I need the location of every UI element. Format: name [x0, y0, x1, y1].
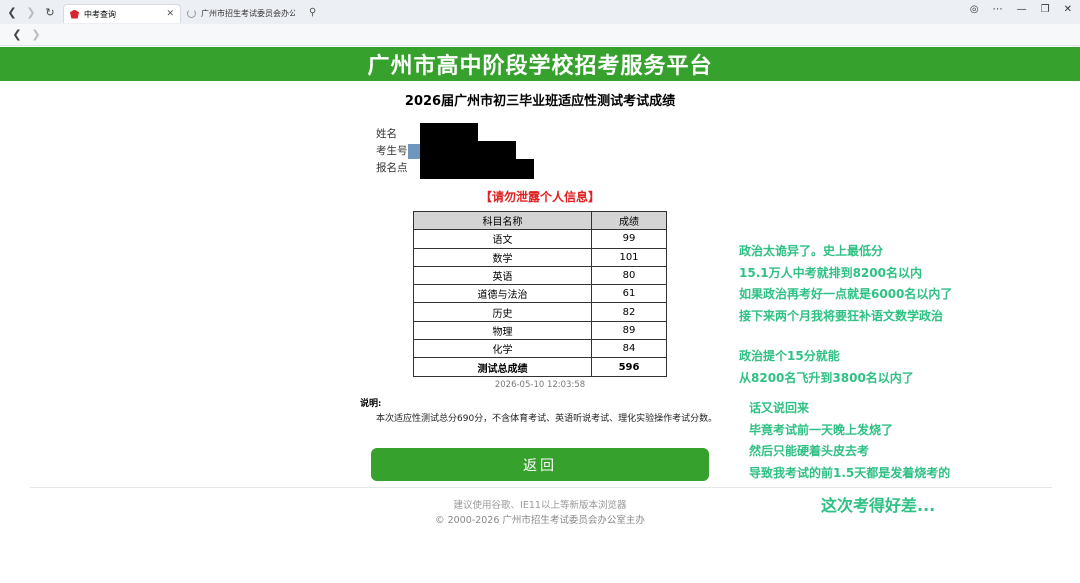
site-favicon-icon — [70, 9, 79, 19]
annotation-conclusion: 这次考得好差... — [821, 496, 936, 515]
footer-divider — [30, 487, 1052, 488]
subject-cell: 物理 — [413, 320, 592, 341]
annotation-line: 话又说回来 — [749, 401, 810, 415]
browser-tab-bar: ❮ ❯ ↻ 中考查询 ✕ 广州市招生考试委员会办公室网站 ⚲ ◎ ⋯ — ❐ ✕ — [0, 0, 1080, 24]
table-row: 英语 80 — [413, 265, 667, 286]
score-cell: 101 — [591, 247, 667, 267]
annotation-line: 如果政治再考好一点就是6000名以内了 — [739, 287, 953, 301]
back-icon[interactable]: ❮ — [10, 28, 24, 42]
loading-icon — [187, 9, 196, 18]
annotation-block: 政治太诡异了。史上最低分 15.1万人中考就排到8200名以内 如果政治再考好一… — [739, 241, 952, 327]
annotation-line: 毕竟考试前一天晚上发烧了 — [749, 422, 894, 437]
total-row: 测试总成绩 596 — [413, 357, 667, 377]
back-button[interactable]: 返回 — [371, 448, 709, 481]
note-text: 本次适应性测试总分690分，不含体育考试、英语听说考试、理化实验操作考试分数。 — [376, 414, 718, 424]
tab-zhongkao-query[interactable]: 中考查询 ✕ — [63, 4, 181, 23]
subject-cell: 英语 — [413, 265, 592, 286]
registration-site-label: 报名点 — [376, 162, 408, 174]
name-label: 姓名 — [376, 128, 397, 140]
redaction-block — [420, 141, 516, 161]
subject-cell: 语文 — [413, 229, 592, 249]
table-row: 物理 89 — [413, 320, 667, 341]
page-title: 2026届广州市初三毕业班适应性测试考试成绩 — [404, 94, 676, 109]
score-cell: 84 — [591, 339, 667, 359]
note-label: 说明: — [360, 399, 382, 409]
score-cell: 82 — [591, 302, 667, 322]
score-cell: 61 — [591, 284, 667, 304]
table-row: 语文 99 — [413, 229, 667, 249]
total-label: 测试总成绩 — [413, 357, 592, 377]
table-row: 道德与法治 61 — [413, 284, 667, 304]
total-score: 596 — [591, 357, 667, 377]
table-row: 化学 84 — [413, 339, 667, 359]
annotation-line: 15.1万人中考就排到8200名以内 — [739, 265, 923, 280]
annotation-line: 导致我考试的前1.5天都是发着烧考的 — [749, 465, 951, 480]
column-header-subject: 科目名称 — [413, 210, 592, 231]
subject-cell: 历史 — [413, 302, 592, 322]
forward-icon[interactable]: ❯ — [29, 28, 43, 42]
restore-icon[interactable]: ❐ — [1041, 4, 1050, 15]
tab-title: 中考查询 — [84, 9, 116, 19]
subject-cell: 数学 — [413, 247, 592, 267]
annotation-line: 政治提个15分就能 — [739, 349, 840, 363]
subject-cell: 化学 — [413, 339, 592, 359]
annotation-line: 政治太诡异了。史上最低分 — [739, 244, 884, 258]
browser-toolbar: ❮ ❯ — [0, 24, 1080, 46]
tab-title: 广州市招生考试委员会办公室网站 — [201, 9, 295, 18]
score-cell: 80 — [591, 265, 667, 286]
name-row: 姓名 — [376, 126, 408, 143]
close-tab-icon[interactable]: ✕ — [166, 9, 174, 19]
column-header-score: 成绩 — [591, 210, 667, 231]
window-controls: ◎ ⋯ — ❐ ✕ — [970, 4, 1072, 15]
privacy-warning: 【请勿泄露个人信息】 — [479, 190, 600, 204]
forward-icon[interactable]: ❯ — [24, 5, 38, 19]
candidate-id-label: 考生号 — [376, 145, 408, 157]
table-row: 历史 82 — [413, 302, 667, 322]
annotation-block: 政治提个15分就能 从8200名飞升到3800名以内了 — [739, 346, 914, 389]
annotation-line: 从8200名飞升到3800名以内了 — [739, 370, 914, 385]
score-cell: 89 — [591, 320, 667, 341]
annotation-line: 接下来两个月我将要狂补语文数学政治 — [739, 308, 944, 323]
redaction-block — [420, 123, 478, 143]
globe-icon[interactable]: ◎ — [970, 4, 979, 15]
query-timestamp: 2026-05-10 12:03:58 — [494, 380, 586, 390]
subject-cell: 道德与法治 — [413, 284, 592, 304]
site-title: 广州市高中阶段学校招考服务平台 — [367, 54, 713, 79]
tab-exam-office[interactable]: 广州市招生考试委员会办公室网站 — [181, 4, 301, 23]
annotation-line: 然后只能硬着头皮去考 — [749, 444, 870, 458]
student-info: 姓名 考生号 报名点 — [376, 126, 408, 177]
reload-icon[interactable]: ↻ — [43, 5, 57, 19]
score-cell: 99 — [591, 229, 667, 249]
table-header-row: 科目名称 成绩 — [413, 210, 667, 231]
minimize-icon[interactable]: — — [1017, 4, 1027, 15]
redaction-block — [420, 159, 534, 179]
more-icon[interactable]: ⋯ — [993, 4, 1003, 15]
site-header: 广州市高中阶段学校招考服务平台 — [0, 47, 1080, 81]
annotation-block: 话又说回来 毕竟考试前一天晚上发烧了 然后只能硬着头皮去考 导致我考试的前1.5… — [749, 398, 950, 484]
id-row: 考生号 — [376, 143, 408, 160]
tab-search-icon[interactable]: ⚲ — [309, 7, 316, 18]
close-window-icon[interactable]: ✕ — [1064, 4, 1072, 15]
table-row: 数学 101 — [413, 247, 667, 267]
back-icon[interactable]: ❮ — [5, 5, 19, 19]
score-table: 科目名称 成绩 语文 99 数学 101 英语 80 道德与法治 61 历史 82 物理 8… — [413, 210, 667, 377]
site-row: 报名点 — [376, 160, 408, 177]
